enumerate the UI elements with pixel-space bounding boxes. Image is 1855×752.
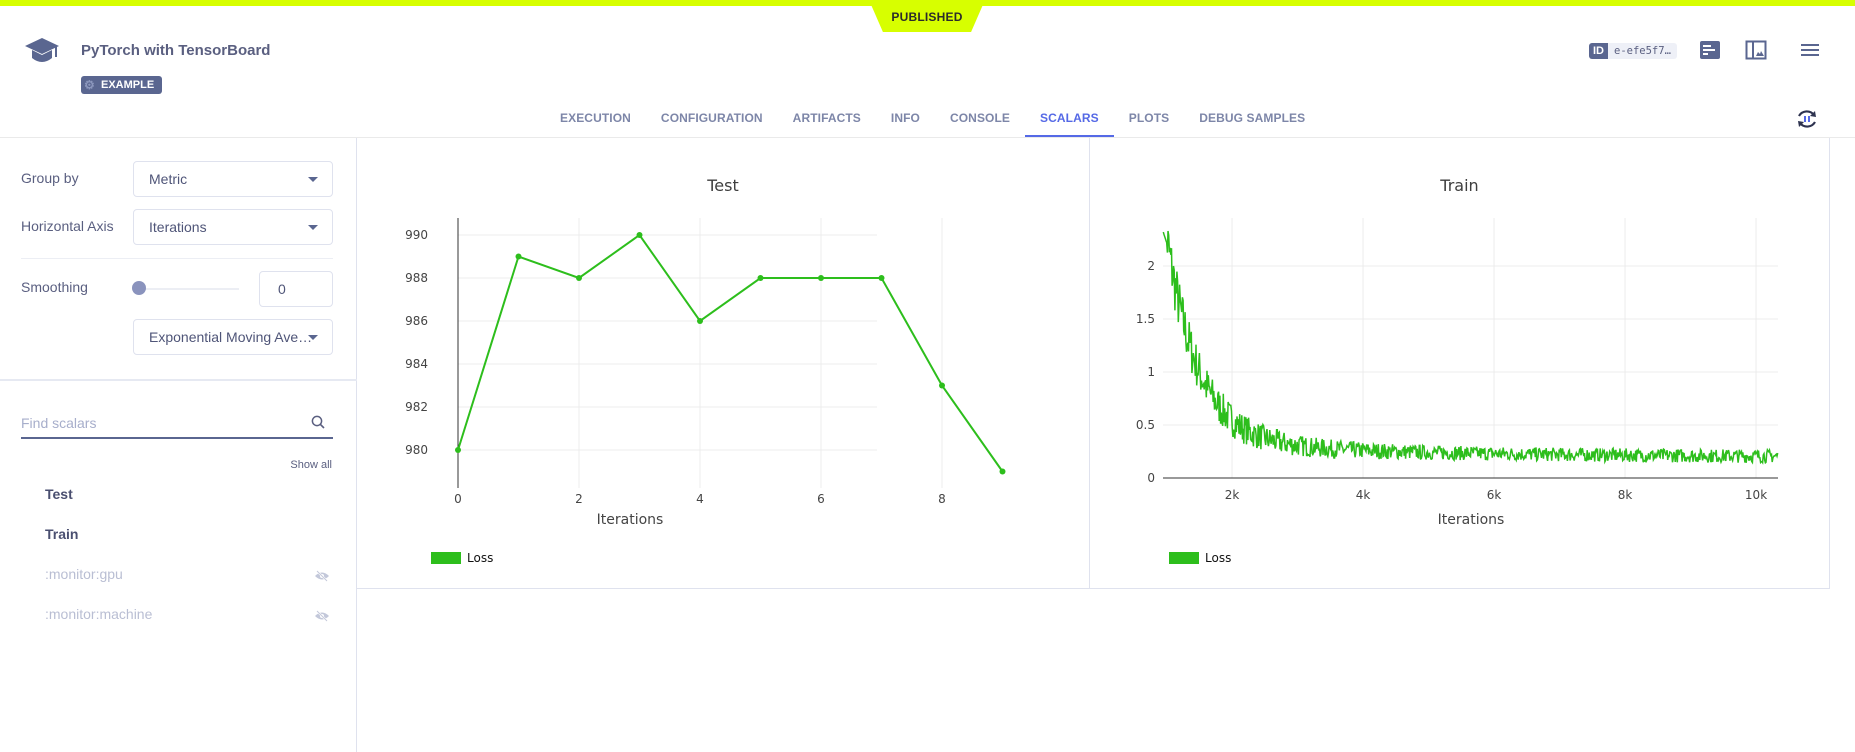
tag-label: EXAMPLE: [101, 79, 155, 91]
y-tick-label: 1: [1147, 365, 1155, 379]
example-tag: ⚙ EXAMPLE: [81, 76, 163, 94]
data-point: [515, 253, 522, 260]
tab-execution[interactable]: EXECUTION: [545, 104, 646, 137]
smoothing-label: Smoothing: [21, 279, 88, 295]
y-tick-label: 980: [405, 443, 428, 457]
x-tick-label: 2k: [1225, 488, 1240, 502]
y-tick-label: 0: [1147, 471, 1155, 485]
legend-swatch: [431, 552, 461, 564]
tab-bar: EXECUTION CONFIGURATION ARTIFACTS INFO C…: [545, 104, 1320, 137]
group-by-select[interactable]: Metric: [133, 161, 333, 197]
y-tick-label: 988: [405, 271, 428, 285]
tab-info[interactable]: INFO: [876, 104, 935, 137]
x-tick-label: 2: [575, 492, 583, 506]
x-tick-label: 4: [696, 492, 704, 506]
split-view-icon[interactable]: [1745, 40, 1767, 60]
chart-panel-train: Train 0 0.5 1 1.5 2 2k 4k 6k 8k 10k Iterations Los…: [1090, 138, 1830, 589]
tab-artifacts[interactable]: ARTIFACTS: [778, 104, 876, 137]
app-title: PyTorch with TensorBoard: [81, 42, 271, 59]
x-tick-label: 6k: [1487, 488, 1502, 502]
metric-item-test[interactable]: Test: [45, 486, 73, 502]
data-point: [939, 382, 945, 389]
train-chart[interactable]: 0 0.5 1 1.5 2 2k 4k 6k 8k 10k Iterations: [1090, 138, 1830, 558]
gear-icon: ⚙: [84, 78, 95, 92]
tab-scalars[interactable]: SCALARS: [1025, 104, 1114, 137]
legend-label: Loss: [467, 551, 494, 565]
x-tick-label: 8k: [1618, 488, 1633, 502]
details-panel-icon[interactable]: [1699, 40, 1721, 60]
y-tick-label: 990: [405, 228, 428, 242]
metric-item-monitor-machine[interactable]: :monitor:machine: [45, 606, 152, 622]
chevron-down-icon: [308, 225, 318, 230]
horizontal-axis-select[interactable]: Iterations: [133, 209, 333, 245]
scalars-sidebar: Group by Metric Horizontal Axis Iteratio…: [0, 138, 357, 752]
chart-legend[interactable]: Loss: [1169, 551, 1231, 565]
horizontal-axis-value: Iterations: [149, 219, 207, 235]
x-tick-label: 6: [817, 492, 825, 506]
status-badge: PUBLISHED: [869, 0, 985, 32]
sidebar-divider: [0, 379, 357, 381]
show-all-link[interactable]: Show all: [290, 459, 332, 471]
tab-debug-samples[interactable]: DEBUG SAMPLES: [1184, 104, 1320, 137]
data-point: [697, 318, 703, 324]
data-point: [878, 275, 885, 281]
chart-legend[interactable]: Loss: [431, 551, 493, 565]
tab-configuration[interactable]: CONFIGURATION: [646, 104, 778, 137]
y-tick-label: 982: [405, 400, 428, 414]
y-tick-label: 984: [405, 357, 428, 371]
data-point: [818, 275, 824, 281]
id-badge: ID: [1589, 43, 1608, 59]
legend-label: Loss: [1205, 551, 1232, 565]
chevron-down-icon: [308, 335, 318, 340]
search-placeholder: Find scalars: [21, 415, 97, 431]
x-axis-label: Iterations: [597, 512, 664, 528]
data-point: [576, 275, 582, 281]
smoothing-type-value: Exponential Moving Ave…: [149, 329, 313, 345]
y-tick-label: 0.5: [1136, 418, 1155, 432]
metric-item-train[interactable]: Train: [45, 526, 78, 542]
eye-off-icon[interactable]: [314, 610, 330, 622]
chart-panel-test: Test 980 982 984 986 988 990 0 2 4 6 8 Iterations L…: [357, 138, 1090, 589]
smoothing-type-select[interactable]: Exponential Moving Ave…: [133, 319, 333, 355]
group-by-value: Metric: [149, 171, 188, 187]
settings-divider: [21, 258, 333, 259]
smoothing-slider-track[interactable]: [139, 288, 239, 290]
x-tick-label: 4k: [1356, 488, 1371, 502]
y-tick-label: 986: [405, 314, 428, 328]
search-icon[interactable]: [311, 415, 325, 429]
x-tick-label: 10k: [1745, 488, 1767, 502]
metric-item-monitor-gpu[interactable]: :monitor:gpu: [45, 566, 123, 582]
y-tick-label: 1.5: [1136, 312, 1155, 326]
auto-refresh-pause-icon[interactable]: [1795, 107, 1819, 131]
data-point: [757, 275, 764, 281]
smoothing-slider-handle[interactable]: [132, 281, 146, 295]
tab-plots[interactable]: PLOTS: [1114, 104, 1185, 137]
find-scalars-input[interactable]: Find scalars: [21, 407, 333, 439]
eye-off-icon[interactable]: [314, 570, 330, 582]
x-tick-label: 8: [938, 492, 946, 506]
id-chip[interactable]: ID e-efe5f7…: [1589, 43, 1677, 59]
smoothing-input[interactable]: 0: [259, 271, 333, 307]
tab-console[interactable]: CONSOLE: [935, 104, 1025, 137]
chevron-down-icon: [308, 177, 318, 182]
id-value: e-efe5f7…: [1614, 45, 1671, 57]
y-tick-label: 2: [1147, 259, 1155, 273]
x-tick-label: 0: [454, 492, 462, 506]
loss-series-line: [457, 233, 1004, 473]
x-axis-label: Iterations: [1438, 512, 1505, 528]
data-point: [636, 232, 643, 238]
legend-swatch: [1169, 552, 1199, 564]
test-chart[interactable]: 980 982 984 986 988 990 0 2 4 6 8 Iterations: [357, 138, 1090, 558]
data-point: [999, 468, 1006, 475]
horizontal-axis-label: Horizontal Axis: [21, 218, 114, 234]
data-point: [455, 447, 461, 453]
graduation-cap-icon: [25, 38, 59, 62]
menu-icon[interactable]: [1799, 40, 1821, 60]
group-by-label: Group by: [21, 170, 79, 186]
